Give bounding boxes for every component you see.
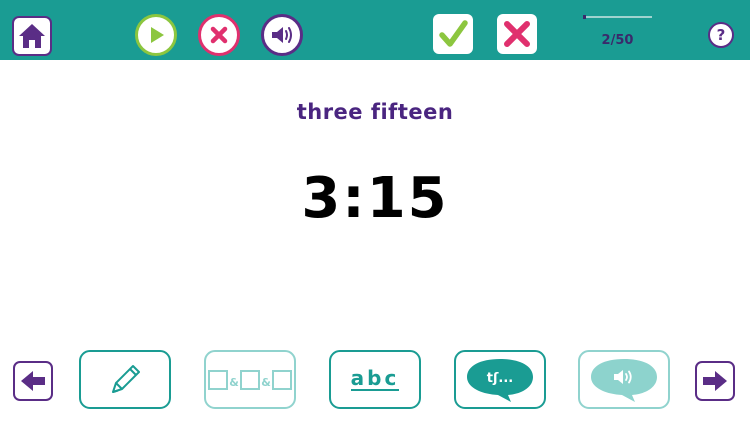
check-icon bbox=[439, 20, 468, 47]
pencil-icon bbox=[112, 364, 140, 393]
correct-button[interactable] bbox=[433, 14, 473, 54]
speech-bubble-icon: tʃ... bbox=[467, 358, 533, 402]
sound-button[interactable] bbox=[261, 14, 303, 56]
help-button[interactable]: ? bbox=[708, 22, 734, 48]
previous-button[interactable] bbox=[13, 361, 53, 401]
svg-text:&: & bbox=[229, 376, 239, 389]
next-button[interactable] bbox=[695, 361, 735, 401]
write-button[interactable] bbox=[79, 350, 171, 409]
wrong-button[interactable] bbox=[497, 14, 537, 54]
stop-button[interactable] bbox=[198, 14, 240, 56]
phonetics-button[interactable]: tʃ... bbox=[454, 350, 546, 409]
play-icon bbox=[151, 27, 164, 43]
top-toolbar: 2/50 ? bbox=[0, 0, 750, 60]
spelling-button[interactable]: abc bbox=[329, 350, 421, 409]
play-button[interactable] bbox=[135, 14, 177, 56]
speaker-bubble-icon bbox=[591, 358, 657, 402]
progress-counter: 2/50 bbox=[601, 33, 634, 48]
home-icon bbox=[19, 24, 45, 48]
svg-text:&: & bbox=[261, 376, 271, 389]
progress-bar-fill bbox=[583, 15, 586, 19]
phonetic-label: tʃ... bbox=[487, 371, 513, 386]
time-display: 3:15 bbox=[301, 166, 449, 231]
home-button[interactable] bbox=[12, 16, 52, 56]
speaker-icon bbox=[272, 27, 292, 43]
time-word: three fifteen bbox=[296, 100, 454, 124]
fill-blanks-button[interactable]: & & bbox=[204, 350, 296, 409]
cross-icon bbox=[504, 21, 530, 47]
close-icon bbox=[210, 26, 228, 44]
blanks-icon: & & bbox=[208, 369, 292, 390]
abc-label: abc bbox=[350, 366, 400, 391]
listen-button[interactable] bbox=[578, 350, 670, 409]
progress-bar bbox=[583, 15, 652, 19]
arrow-left-icon bbox=[21, 371, 45, 391]
arrow-right-icon bbox=[703, 371, 727, 391]
